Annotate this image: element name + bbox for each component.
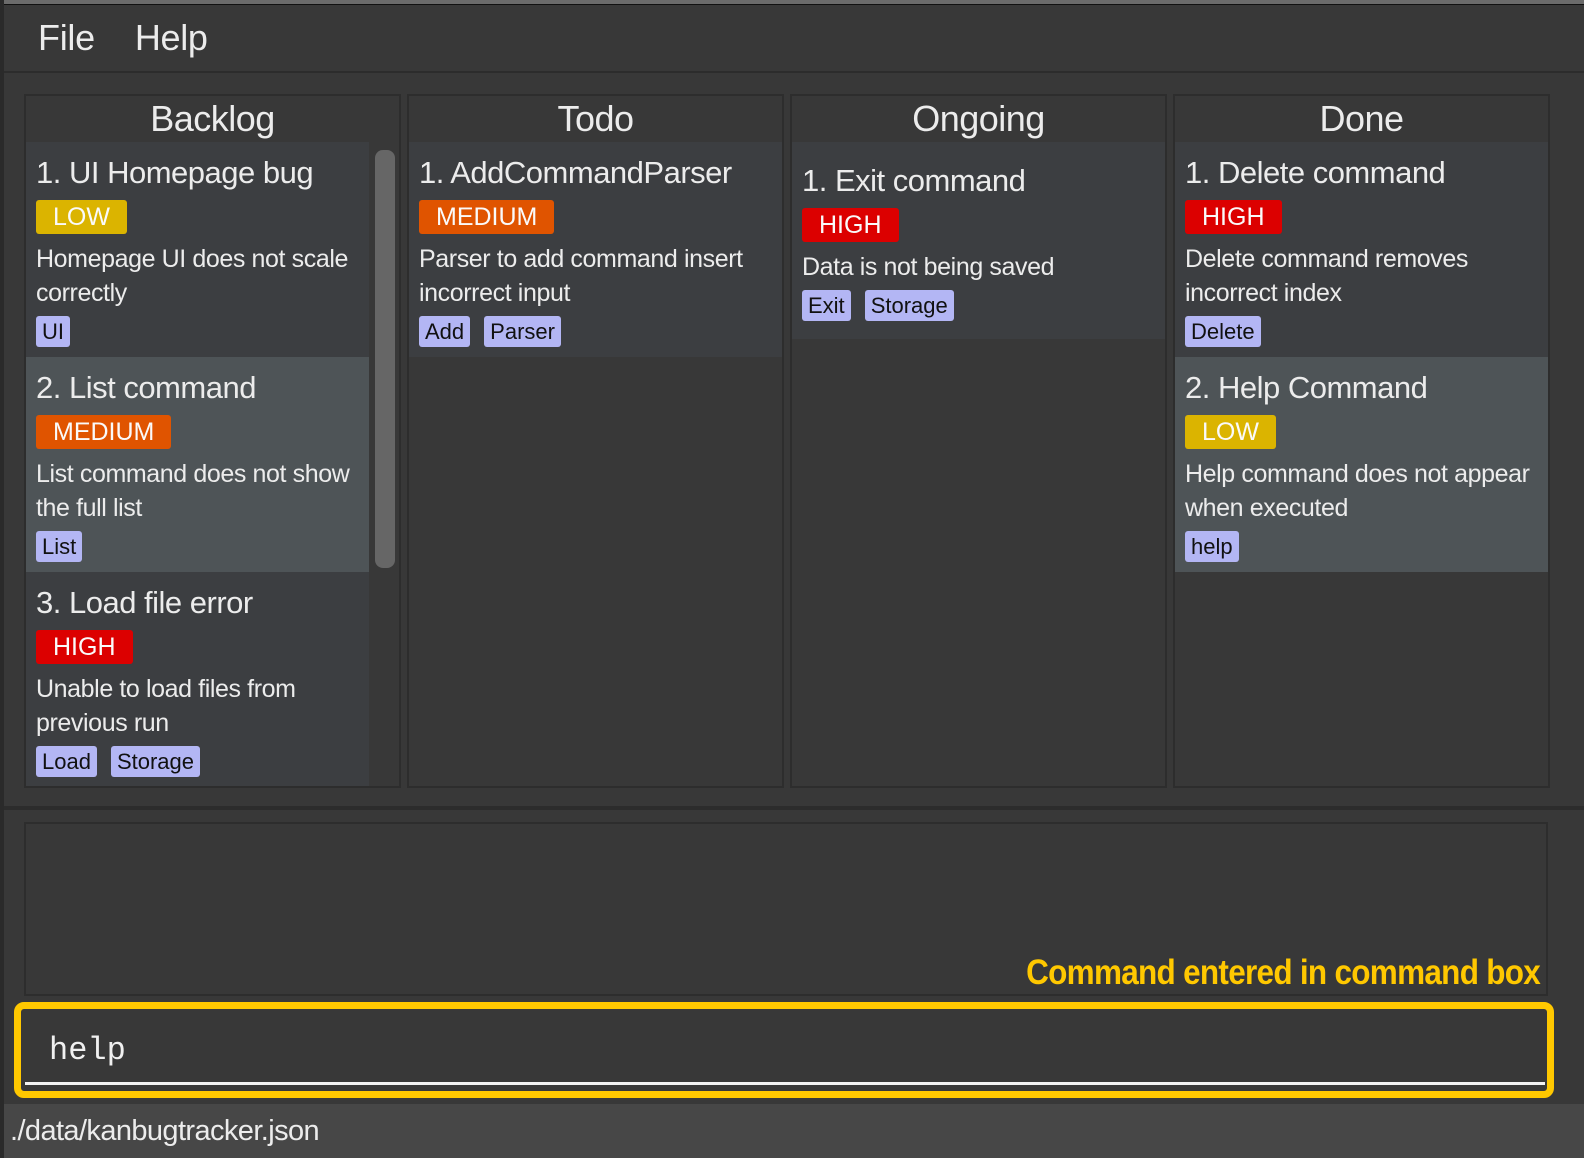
tag-list: Exit Storage (802, 290, 1155, 321)
tag: Storage (110, 746, 201, 777)
bug-title: 2. Help Command (1185, 370, 1428, 405)
column-title: Backlog (150, 98, 275, 139)
bug-description: Help command does not appear when execut… (1185, 460, 1530, 522)
bug-description: Unable to load files from previous run (36, 675, 296, 737)
bug-title: 1. Exit command (802, 163, 1026, 198)
bug-title: 3. Load file error (36, 585, 253, 620)
tag-list: Add Parser (419, 316, 772, 347)
tag: List (36, 531, 83, 562)
tag: help (1185, 531, 1239, 562)
bug-description: Data is not being saved (802, 253, 1055, 281)
bug-list: 1. AddCommandParser MEDIUM Parser to add… (409, 142, 782, 786)
column-done: Done 1. Delete command HIGH Delete comma… (1173, 94, 1550, 788)
tag: Parser (484, 316, 561, 347)
column-todo: Todo 1. AddCommandParser MEDIUM Parser t… (407, 94, 784, 788)
tag-list: UI (36, 316, 359, 347)
annotation-label: Command entered in command box (1026, 953, 1541, 992)
priority-badge: HIGH (802, 208, 899, 242)
priority-badge: MEDIUM (36, 415, 172, 449)
bug-card[interactable]: 1. UI Homepage bug LOW Homepage UI does … (26, 142, 369, 357)
split-pane-divider[interactable] (4, 806, 1584, 810)
bug-list: 1. Exit command HIGH Data is not being s… (792, 142, 1165, 786)
tag: Storage (864, 290, 954, 321)
tag: Load (36, 746, 97, 777)
bug-card[interactable]: 3. Load file error HIGH Unable to load f… (26, 572, 369, 786)
bug-description: Homepage UI does not scale correctly (36, 245, 349, 307)
column-title: Ongoing (912, 98, 1045, 139)
priority-badge: LOW (1185, 415, 1276, 449)
bug-description: Delete command removes incorrect index (1185, 245, 1468, 307)
column-title: Done (1319, 98, 1404, 139)
status-bar: ./data/kanbugtracker.json (4, 1104, 1584, 1158)
menu-bar: File Help (4, 5, 1584, 73)
bug-title: 1. Delete command (1185, 155, 1446, 190)
kanban-board: Backlog 1. UI Homepage bug LOW Homepage … (24, 94, 1550, 788)
scrollbar-thumb[interactable] (375, 150, 395, 568)
bug-description: Parser to add command insert incorrect i… (419, 245, 743, 307)
tag-list: help (1185, 531, 1538, 562)
bug-list: 1. UI Homepage bug LOW Homepage UI does … (26, 142, 369, 786)
tag: Add (419, 316, 471, 347)
bug-card[interactable]: 2. List command MEDIUM List command does… (26, 357, 369, 572)
priority-badge: HIGH (36, 630, 133, 664)
bug-card[interactable]: 2. Help Command LOW Help command does no… (1175, 357, 1548, 572)
priority-badge: HIGH (1185, 200, 1282, 234)
command-box-highlight (14, 1002, 1554, 1098)
priority-badge: MEDIUM (419, 200, 555, 234)
column-ongoing: Ongoing 1. Exit command HIGH Data is not… (790, 94, 1167, 788)
tag-list: List (36, 531, 359, 562)
bug-card[interactable]: 1. Exit command HIGH Data is not being s… (792, 142, 1165, 339)
bug-card[interactable]: 1. Delete command HIGH Delete command re… (1175, 142, 1548, 357)
column-backlog: Backlog 1. UI Homepage bug LOW Homepage … (24, 94, 401, 788)
bug-title: 1. UI Homepage bug (36, 155, 314, 190)
tag: UI (36, 316, 70, 347)
bug-title: 1. AddCommandParser (419, 155, 732, 190)
tag: Exit (802, 290, 851, 321)
menu-help[interactable]: Help (135, 17, 208, 59)
menu-file[interactable]: File (38, 17, 95, 59)
bug-card[interactable]: 1. AddCommandParser MEDIUM Parser to add… (409, 142, 782, 357)
bug-title: 2. List command (36, 370, 256, 405)
command-input[interactable] (25, 1009, 1545, 1085)
column-title: Todo (557, 98, 634, 139)
priority-badge: LOW (36, 200, 127, 234)
tag-list: Delete (1185, 316, 1538, 347)
tag: Delete (1185, 316, 1261, 347)
window-left-edge (0, 0, 4, 1158)
tag-list: Load Storage (36, 746, 359, 777)
bug-list: 1. Delete command HIGH Delete command re… (1175, 142, 1548, 786)
bug-description: List command does not show the full list (36, 460, 350, 522)
save-file-path: ./data/kanbugtracker.json (10, 1114, 320, 1147)
